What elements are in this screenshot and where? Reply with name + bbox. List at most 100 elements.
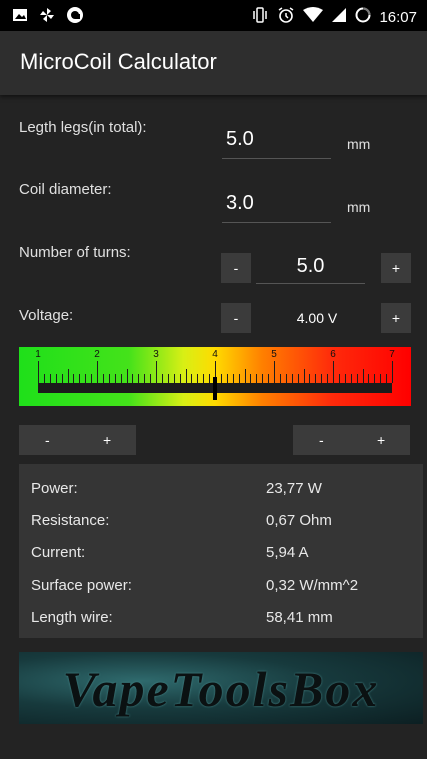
- turns-plus-button[interactable]: +: [381, 253, 411, 283]
- result-value: 0,32 W/mm^2: [266, 577, 359, 594]
- voltage-label: Voltage:: [19, 307, 74, 324]
- fine-adjust-right: - +: [293, 425, 410, 455]
- slider-thumb[interactable]: [213, 377, 217, 400]
- vapetoolsbox-banner[interactable]: VapeToolsBox: [19, 652, 423, 724]
- slider-minor-tick: [368, 374, 370, 383]
- slider-minor-tick: [209, 374, 211, 383]
- slider-minor-tick: [238, 374, 240, 383]
- slider-tick-label: 7: [389, 349, 395, 360]
- slider-minor-tick: [185, 369, 187, 383]
- slider-minor-tick: [173, 374, 175, 383]
- signal-icon: [331, 7, 347, 27]
- banner-logo-text: VapeToolsBox: [62, 661, 380, 717]
- slider-minor-tick: [150, 374, 152, 383]
- slider-tick-label: 3: [153, 349, 159, 360]
- slider-minor-tick: [232, 374, 234, 383]
- slider-tick-label: 2: [94, 349, 100, 360]
- coil-diameter-label: Coil diameter:: [19, 181, 112, 198]
- result-current: Current: 5,94 A: [19, 538, 423, 570]
- slider-minor-tick: [303, 369, 305, 383]
- slider-tick-label: 6: [330, 349, 336, 360]
- slider-minor-tick: [61, 374, 63, 383]
- slider-minor-tick: [321, 374, 323, 383]
- slider-minor-tick: [156, 361, 157, 383]
- slider-minor-tick: [85, 374, 87, 383]
- result-length-wire: Length wire: 58,41 mm: [19, 603, 423, 635]
- legs-length-input[interactable]: 5.0: [222, 128, 331, 159]
- coil-diameter-input[interactable]: 3.0: [222, 192, 331, 223]
- slider-minor-tick: [262, 374, 264, 383]
- app-icon: [66, 6, 84, 29]
- slider-minor-tick: [73, 374, 75, 383]
- voltage-minus-button[interactable]: -: [221, 303, 251, 333]
- slider-minor-tick: [250, 374, 252, 383]
- slider-minor-tick: [43, 374, 45, 383]
- result-label: Current:: [31, 544, 86, 561]
- slider-minor-tick: [279, 374, 281, 383]
- slider-minor-tick: [380, 374, 382, 383]
- status-time: 16:07: [379, 8, 417, 26]
- turns-label: Number of turns:: [19, 244, 131, 261]
- slider-minor-tick: [161, 374, 163, 383]
- slider-minor-tick: [55, 374, 57, 383]
- slider-minor-tick: [120, 374, 122, 383]
- status-bar: 16:07: [0, 0, 427, 31]
- slider-minor-tick: [256, 374, 258, 383]
- fine-right-minus-button[interactable]: -: [319, 432, 324, 448]
- slider-minor-tick: [291, 374, 293, 383]
- slider-minor-tick: [344, 374, 346, 383]
- slider-minor-tick: [297, 374, 299, 383]
- slider-minor-tick: [138, 374, 140, 383]
- voltage-plus-button[interactable]: +: [381, 303, 411, 333]
- result-power: Power: 23,77 W: [19, 474, 423, 506]
- slider-minor-tick: [67, 369, 69, 383]
- slider-minor-tick: [114, 374, 116, 383]
- slider-minor-tick: [392, 361, 393, 383]
- slider-minor-tick: [386, 374, 388, 383]
- slider-minor-tick: [102, 374, 104, 383]
- fine-left-plus-button[interactable]: +: [103, 432, 111, 448]
- slider-minor-tick: [309, 374, 311, 383]
- slider-minor-tick: [144, 374, 146, 383]
- result-value: 58,41 mm: [266, 609, 333, 626]
- alarm-icon: [277, 6, 295, 28]
- slider-minor-tick: [356, 374, 358, 383]
- result-label: Resistance:: [31, 512, 110, 529]
- slider-minor-tick: [191, 374, 193, 383]
- results-panel: Power: 23,77 W Resistance: 0,67 Ohm Curr…: [19, 464, 423, 638]
- turns-minus-button[interactable]: -: [221, 253, 251, 283]
- slider-minor-tick: [108, 374, 110, 383]
- legs-length-label: Legth legs(in total):: [19, 119, 147, 136]
- result-label: Power:: [31, 480, 78, 497]
- slider-minor-tick: [49, 374, 51, 383]
- result-value: 23,77 W: [266, 480, 322, 497]
- result-label: Surface power:: [31, 577, 132, 594]
- voltage-slider[interactable]: 1 2 3 4 5 6 7: [19, 347, 411, 406]
- slider-minor-tick: [220, 374, 222, 383]
- slider-minor-tick: [226, 374, 228, 383]
- turns-value[interactable]: 5.0: [256, 255, 365, 284]
- pinwheel-icon: [38, 6, 56, 29]
- slider-minor-tick: [38, 361, 39, 383]
- slider-tick-label: 5: [271, 349, 277, 360]
- result-surface-power: Surface power: 0,32 W/mm^2: [19, 571, 423, 603]
- slider-minor-tick: [97, 361, 98, 383]
- slider-tick-label: 4: [212, 349, 218, 360]
- slider-minor-tick: [179, 374, 181, 383]
- fine-left-minus-button[interactable]: -: [45, 432, 50, 448]
- result-resistance: Resistance: 0,67 Ohm: [19, 506, 423, 538]
- slider-minor-tick: [338, 374, 340, 383]
- slider-minor-tick: [126, 369, 128, 383]
- slider-minor-tick: [203, 374, 205, 383]
- battery-icon: [355, 7, 371, 27]
- slider-minor-tick: [132, 374, 134, 383]
- result-value: 0,67 Ohm: [266, 512, 332, 529]
- fine-right-plus-button[interactable]: +: [377, 432, 385, 448]
- result-label: Length wire:: [31, 609, 113, 626]
- app-bar: MicroCoil Calculator: [0, 31, 427, 95]
- legs-length-unit: mm: [347, 136, 371, 152]
- wifi-icon: [303, 7, 324, 27]
- slider-minor-tick: [350, 374, 352, 383]
- image-icon: [12, 7, 28, 28]
- slider-tick-label: 1: [35, 349, 41, 360]
